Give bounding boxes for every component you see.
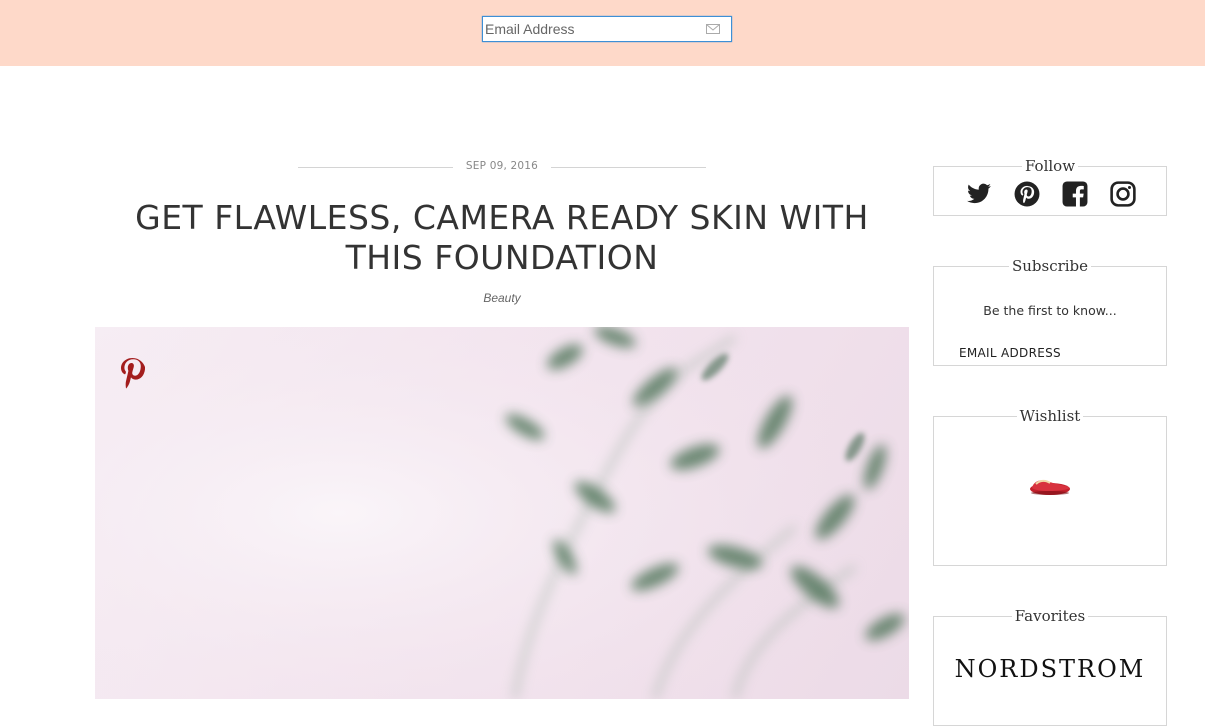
pinterest-icon[interactable] xyxy=(1014,181,1040,207)
newsletter-form xyxy=(482,16,732,42)
post-title-line: THIS FOUNDATION xyxy=(345,238,659,277)
divider xyxy=(551,167,706,168)
top-banner xyxy=(0,0,1205,66)
plant-photo xyxy=(95,327,909,699)
widget-title: Favorites xyxy=(1011,607,1089,625)
widget-title: Wishlist xyxy=(1016,407,1084,425)
post-date-row: SEP 09, 2016 xyxy=(298,160,706,174)
post-date: SEP 09, 2016 xyxy=(465,160,539,172)
email-input[interactable] xyxy=(483,18,697,40)
subscribe-widget: Subscribe Be the first to know... xyxy=(933,257,1167,366)
follow-widget: Follow xyxy=(933,157,1167,216)
subscribe-email-input[interactable] xyxy=(959,345,1149,361)
envelope-icon[interactable] xyxy=(706,23,720,35)
post-title-line: GET FLAWLESS, CAMERA READY SKIN WITH xyxy=(135,198,869,237)
pinterest-icon[interactable] xyxy=(119,357,145,389)
instagram-icon[interactable] xyxy=(1110,181,1136,207)
nordstrom-logo[interactable]: NORDSTROM xyxy=(934,655,1166,683)
favorites-widget: Favorites NORDSTROM xyxy=(933,607,1167,726)
widget-title: Subscribe xyxy=(1008,257,1092,275)
post-category[interactable]: Beauty xyxy=(95,291,909,305)
wishlist-widget: Wishlist xyxy=(933,407,1167,566)
facebook-icon[interactable] xyxy=(1062,181,1088,207)
twitter-icon[interactable] xyxy=(966,181,992,207)
post-title[interactable]: GET FLAWLESS, CAMERA READY SKIN WITH THI… xyxy=(95,198,909,278)
widget-title: Follow xyxy=(1021,157,1079,175)
slipper-image[interactable] xyxy=(1028,473,1072,497)
social-links xyxy=(966,181,1136,207)
post-hero-image xyxy=(95,327,909,699)
subscribe-text: Be the first to know... xyxy=(983,303,1117,318)
